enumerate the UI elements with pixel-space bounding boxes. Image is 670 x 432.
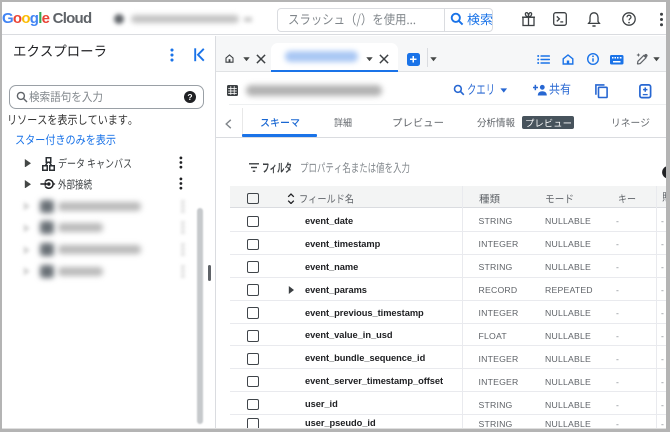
svg-text:?: ? <box>187 92 192 102</box>
